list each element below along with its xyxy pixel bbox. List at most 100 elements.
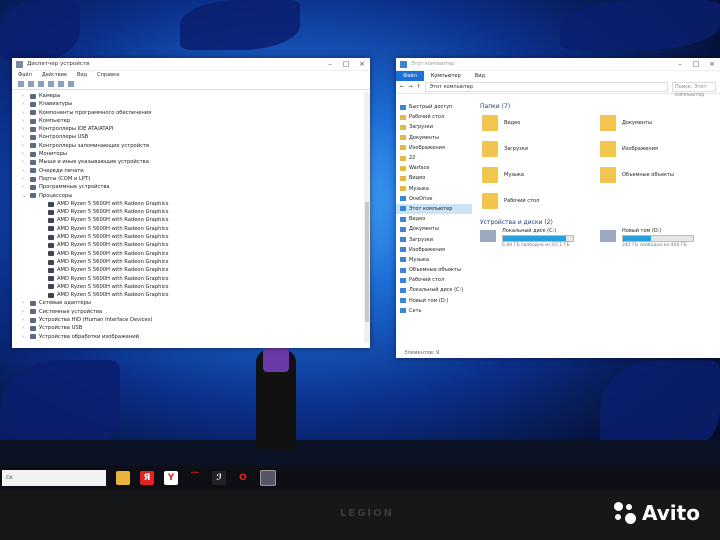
tree-processor[interactable]: AMD Ryzen 5 5600H with Radeon Graphics <box>22 283 370 291</box>
yandex-browser-icon[interactable]: Y <box>164 471 178 485</box>
back-icon[interactable] <box>18 81 24 87</box>
tree-category[interactable]: › Порты (COM и LPT) <box>22 175 370 183</box>
tree-category[interactable]: › Контроллеры запоминающих устройств <box>22 142 370 150</box>
tree-processor[interactable]: AMD Ryzen 5 5600H with Radeon Graphics <box>22 258 370 266</box>
drive-tile[interactable]: Локальный диск (C:) 6,94 ГБ свободно из 6… <box>480 228 590 248</box>
nav-item[interactable]: Сеть <box>396 306 472 316</box>
maximize-button[interactable]: □ <box>688 60 704 68</box>
drives-header[interactable]: Устройства и диски (2) <box>474 218 718 228</box>
scrollbar-thumb[interactable] <box>365 202 369 322</box>
nav-item[interactable]: Видео <box>396 214 472 224</box>
folder-tile[interactable]: Загрузки <box>482 138 600 160</box>
device-manager-taskbar-icon[interactable] <box>260 470 276 486</box>
game-icon[interactable]: ℐ <box>212 471 226 485</box>
tab-computer[interactable]: Компьютер <box>424 73 468 79</box>
nav-item[interactable]: Музыка <box>396 184 472 194</box>
tree-category[interactable]: › Устройства обработки изображений <box>22 333 370 341</box>
close-button[interactable]: × <box>354 60 370 68</box>
tree-category[interactable]: › Мыши и иные указывающие устройства <box>22 158 370 166</box>
chevron-right-icon[interactable]: › <box>22 333 30 341</box>
folder-tile[interactable]: Рабочий стол <box>482 190 600 212</box>
tab-view[interactable]: Вид <box>468 73 492 79</box>
nav-item[interactable]: Warface <box>396 163 472 173</box>
maximize-button[interactable]: □ <box>338 60 354 68</box>
menu-file[interactable]: Файл <box>18 72 32 78</box>
nav-item[interactable]: OneDrive <box>396 194 472 204</box>
tree-processor[interactable]: AMD Ryzen 5 5600H with Radeon Graphics <box>22 266 370 274</box>
nav-item[interactable]: Новый том (D:) <box>396 296 472 306</box>
chevron-right-icon[interactable]: › <box>22 175 30 183</box>
nav-item[interactable]: Изображения <box>396 143 472 153</box>
update-icon[interactable] <box>58 81 64 87</box>
nav-item[interactable]: Рабочий стол <box>396 112 472 122</box>
chevron-right-icon[interactable]: › <box>22 324 30 332</box>
folder-tile[interactable]: Изображения <box>600 138 718 160</box>
folder-tile[interactable]: Видео <box>482 112 600 134</box>
nav-item[interactable]: Музыка <box>396 255 472 265</box>
menu-action[interactable]: Действие <box>42 72 67 78</box>
tree-processor[interactable]: AMD Ryzen 5 5600H with Radeon Graphics <box>22 241 370 249</box>
chevron-right-icon[interactable]: › <box>22 150 30 158</box>
nav-item[interactable]: Быстрый доступ <box>396 102 472 112</box>
nav-item[interactable]: Видео <box>396 173 472 183</box>
chevron-right-icon[interactable]: › <box>22 167 30 175</box>
nav-item[interactable]: Объемные объекты <box>396 265 472 275</box>
tree-category[interactable]: › Устройства HID (Human Interface Devices… <box>22 316 370 324</box>
nav-item[interactable]: Изображения <box>396 245 472 255</box>
tree-processor[interactable]: AMD Ryzen 5 5600H with Radeon Graphics <box>22 275 370 283</box>
tree-processor[interactable]: AMD Ryzen 5 5600H with Radeon Graphics <box>22 208 370 216</box>
tree-category[interactable]: › Очереди печати <box>22 167 370 175</box>
tree-processor[interactable]: AMD Ryzen 5 5600H with Radeon Graphics <box>22 216 370 224</box>
nav-item[interactable]: Загрузки <box>396 122 472 132</box>
file-explorer-icon[interactable] <box>116 471 130 485</box>
tree-processor[interactable]: AMD Ryzen 5 5600H with Radeon Graphics <box>22 250 370 258</box>
help-icon[interactable] <box>48 81 54 87</box>
tree-category[interactable]: › Сетевые адаптеры <box>22 299 370 307</box>
chevron-right-icon[interactable]: › <box>22 109 30 117</box>
tree-category[interactable]: › Контроллеры IDE ATA/ATAPI <box>22 125 370 133</box>
close-button[interactable]: × <box>704 60 720 68</box>
menu-view[interactable]: Вид <box>77 72 87 78</box>
nav-item[interactable]: Документы <box>396 224 472 234</box>
search-input[interactable]: Поиск: Этот компьютер <box>672 82 716 98</box>
nav-item[interactable]: Рабочий стол <box>396 275 472 285</box>
properties-icon[interactable] <box>38 81 44 87</box>
opera-icon[interactable]: O <box>236 471 250 485</box>
tree-processor[interactable]: AMD Ryzen 5 5600H with Radeon Graphics <box>22 233 370 241</box>
folder-tile[interactable]: Объемные объекты <box>600 164 718 186</box>
chevron-right-icon[interactable]: › <box>22 316 30 324</box>
minimize-button[interactable]: – <box>672 60 688 68</box>
chevron-right-icon[interactable]: › <box>22 92 30 100</box>
chevron-right-icon[interactable]: › <box>22 100 30 108</box>
tree-category[interactable]: › Мониторы <box>22 150 370 158</box>
drive-tile[interactable]: Новый том (D:) 242 ГБ свободно из 400 ГБ <box>600 228 710 248</box>
nav-item[interactable]: Этот компьютер <box>396 203 472 215</box>
taskbar-search[interactable]: ск <box>2 470 106 486</box>
nav-item[interactable]: 22 <box>396 153 472 163</box>
forward-arrow-icon[interactable]: → <box>408 84 412 90</box>
up-arrow-icon[interactable]: ↑ <box>416 84 420 90</box>
tree-category[interactable]: ⌄ Процессоры <box>22 192 370 200</box>
tree-category[interactable]: › Системные устройства <box>22 308 370 316</box>
back-arrow-icon[interactable]: ← <box>400 84 404 90</box>
tree-category[interactable]: › Клавиатуры <box>22 100 370 108</box>
tree-category[interactable]: › Компьютер <box>22 117 370 125</box>
chevron-right-icon[interactable]: › <box>22 133 30 141</box>
menu-help[interactable]: Справка <box>97 72 119 78</box>
chevron-right-icon[interactable]: › <box>22 299 30 307</box>
folders-header[interactable]: Папки (7) <box>474 102 718 112</box>
chevron-right-icon[interactable]: › <box>22 142 30 150</box>
folder-tile[interactable]: Музыка <box>482 164 600 186</box>
monitor-icon[interactable] <box>68 81 74 87</box>
yandex-icon[interactable]: Я <box>140 471 154 485</box>
expand-arrow-icon[interactable]: ⌄ <box>22 192 30 200</box>
tree-category[interactable]: › Компоненты программного обеспечения <box>22 109 370 117</box>
tree-category[interactable]: › Устройства USB <box>22 324 370 332</box>
chevron-right-icon[interactable]: › <box>22 158 30 166</box>
chevron-right-icon[interactable]: › <box>22 183 30 191</box>
tree-processor[interactable]: AMD Ryzen 5 5600H with Radeon Graphics <box>22 225 370 233</box>
tab-file[interactable]: Файл <box>396 71 424 81</box>
nav-item[interactable]: Локальный диск (C:) <box>396 285 472 295</box>
forward-icon[interactable] <box>28 81 34 87</box>
nav-item[interactable]: Документы <box>396 133 472 143</box>
